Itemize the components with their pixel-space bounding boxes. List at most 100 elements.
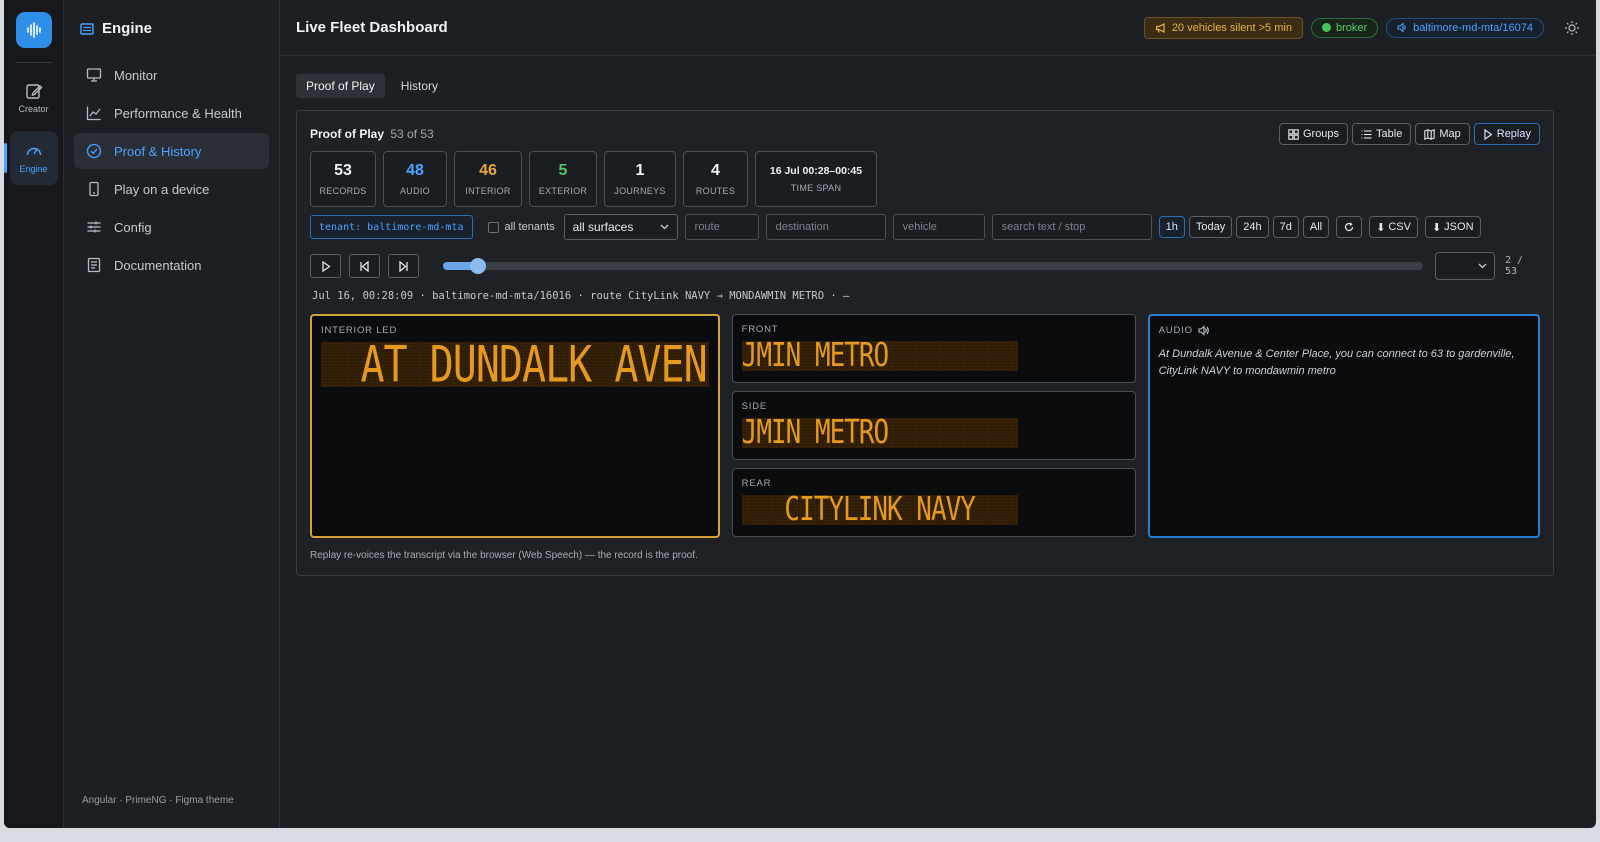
sidebar-item-monitor[interactable]: Monitor xyxy=(74,57,269,93)
checkbox-box[interactable] xyxy=(487,221,499,233)
destination-input[interactable]: destination xyxy=(765,214,886,240)
stat-time-span: 16 Jul 00:28–00:45 TIME SPAN xyxy=(755,151,877,207)
speaker-icon[interactable] xyxy=(1198,325,1210,336)
audio-transcript: At Dundalk Avenue & Center Place, you ca… xyxy=(1158,348,1515,377)
range-7d-button[interactable]: 7d xyxy=(1272,216,1299,238)
surface-select[interactable]: all surfaces xyxy=(563,214,678,240)
groups-button[interactable]: Groups xyxy=(1278,123,1349,145)
replay-button[interactable]: Replay xyxy=(1473,123,1540,145)
proof-of-play-panel: Proof of Play 53 of 53 Groups Table Map … xyxy=(296,110,1554,576)
rear-sign-card: REAR CITYLINK NAVY xyxy=(731,468,1136,537)
record-meta: Jul 16, 00:28:09 · baltimore-md-mta/1601… xyxy=(312,290,850,302)
rail-item-engine[interactable]: Engine xyxy=(4,131,58,185)
button-label: Table xyxy=(1376,128,1403,140)
card-label: SIDE xyxy=(741,401,768,412)
tenant-chip[interactable]: tenant: baltimore-md-mta xyxy=(310,215,473,239)
stat-exterior: 5 EXTERIOR xyxy=(529,151,597,207)
skip-forward-icon xyxy=(399,260,408,272)
panel-header: Proof of Play 53 of 53 Groups Table Map … xyxy=(310,123,1540,145)
page-title: Live Fleet Dashboard xyxy=(296,19,448,36)
timeline-slider[interactable] xyxy=(443,258,1423,274)
next-button[interactable] xyxy=(388,254,420,278)
device-icon xyxy=(89,181,99,197)
speed-select[interactable] xyxy=(1434,252,1495,280)
top-bar: Live Fleet Dashboard 20 vehicles silent … xyxy=(280,0,1596,56)
audio-card: AUDIO At Dundalk Avenue & Center Place, … xyxy=(1147,314,1540,538)
megaphone-icon xyxy=(1155,22,1165,33)
sidebar-item-documentation[interactable]: Documentation xyxy=(74,247,269,283)
nav-label: Config xyxy=(114,219,152,235)
sidebar-item-play-device[interactable]: Play on a device xyxy=(74,171,269,207)
theme-toggle-icon[interactable] xyxy=(1564,20,1580,36)
stat-value: 4 xyxy=(711,162,720,179)
button-label: Groups xyxy=(1302,128,1340,140)
range-1h-button[interactable]: 1h xyxy=(1158,216,1185,238)
interior-led-card: INTERIOR LED AT DUNDALK AVEN xyxy=(310,314,720,538)
button-label: Map xyxy=(1439,128,1461,140)
menu-icon[interactable] xyxy=(80,22,94,36)
broker-status[interactable]: broker xyxy=(1310,17,1379,38)
sidebar: Engine Monitor Performance & Health Proo… xyxy=(64,0,280,828)
sidebar-item-performance[interactable]: Performance & Health xyxy=(74,95,269,131)
json-export-button[interactable]: ⬇ JSON xyxy=(1424,216,1481,238)
app-logo[interactable] xyxy=(15,12,52,48)
refresh-button[interactable] xyxy=(1336,216,1363,238)
select-value: all surfaces xyxy=(572,220,634,234)
record-position: 2 / 53 xyxy=(1504,255,1524,277)
document-icon xyxy=(87,257,101,273)
download-icon: ⬇ xyxy=(1431,221,1442,234)
check-circle-icon xyxy=(86,143,102,159)
stat-value: 1 xyxy=(635,162,645,179)
play-button[interactable] xyxy=(310,254,342,278)
waveform-icon xyxy=(26,22,41,38)
app-rail: Creator Engine xyxy=(4,0,64,828)
previous-button[interactable] xyxy=(349,254,381,278)
tab-proof-of-play[interactable]: Proof of Play xyxy=(296,74,385,98)
led-text: JMIN METRO xyxy=(741,341,890,371)
stat-value: 16 Jul 00:28–00:45 xyxy=(769,165,863,177)
csv-export-button[interactable]: ⬇ CSV xyxy=(1369,216,1418,238)
nav-label: Proof & History xyxy=(114,143,202,159)
stat-label: INTERIOR xyxy=(465,186,511,196)
sliders-icon xyxy=(87,221,101,233)
main-area: Live Fleet Dashboard 20 vehicles silent … xyxy=(280,0,1596,828)
vehicle-input[interactable]: vehicle xyxy=(892,214,985,240)
led-text: CITYLINK NAVY xyxy=(784,495,975,525)
search-input[interactable]: search text / stop xyxy=(991,214,1152,240)
nav-label: Play on a device xyxy=(114,181,210,197)
map-button[interactable]: Map xyxy=(1415,123,1470,145)
monitor-icon xyxy=(86,68,102,82)
rail-divider xyxy=(15,62,52,63)
range-today-button[interactable]: Today xyxy=(1188,216,1233,238)
sidebar-header: Engine xyxy=(74,20,269,37)
status-dot-icon xyxy=(1321,23,1331,32)
table-button[interactable]: Table xyxy=(1352,123,1412,145)
range-all-button[interactable]: All xyxy=(1302,216,1330,238)
stat-value: 48 xyxy=(406,162,424,179)
gauge-icon xyxy=(26,147,41,156)
vehicle-badge[interactable]: baltimore-md-mta/16074 xyxy=(1386,17,1544,38)
route-input[interactable]: route xyxy=(684,214,759,240)
range-24h-button[interactable]: 24h xyxy=(1236,216,1269,238)
sidebar-item-proof-history[interactable]: Proof & History xyxy=(74,133,269,169)
rail-item-label: Creator xyxy=(18,104,49,114)
sidebar-item-config[interactable]: Config xyxy=(74,209,269,245)
all-tenants-checkbox[interactable]: all tenants xyxy=(487,221,555,233)
card-label: FRONT xyxy=(741,324,779,335)
tab-history[interactable]: History xyxy=(391,74,448,98)
chevron-down-icon xyxy=(1478,263,1487,269)
rail-item-creator[interactable]: Creator xyxy=(10,71,58,125)
record-count: 53 of 53 xyxy=(390,127,434,141)
stat-label: AUDIO xyxy=(399,186,430,196)
stat-label: RECORDS xyxy=(319,186,367,196)
stat-audio: 48 AUDIO xyxy=(383,151,447,207)
slider-handle[interactable] xyxy=(469,258,486,274)
grid-icon xyxy=(1288,128,1299,140)
panel-title-text: Proof of Play xyxy=(310,127,385,141)
silent-vehicles-alert[interactable]: 20 vehicles silent >5 min xyxy=(1143,16,1303,39)
list-icon xyxy=(1361,129,1372,139)
tab-bar: Proof of Play History xyxy=(296,74,1580,98)
chevron-down-icon xyxy=(660,224,669,230)
status-area: 20 vehicles silent >5 min broker baltimo… xyxy=(1143,16,1580,39)
stat-label: ROUTES xyxy=(695,186,736,196)
